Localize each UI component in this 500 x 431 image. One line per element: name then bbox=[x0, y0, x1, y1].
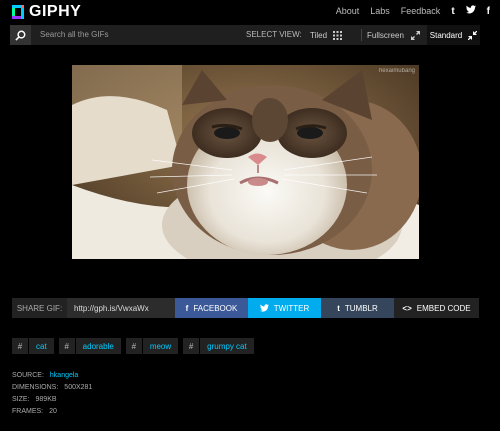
tag-label: cat bbox=[36, 341, 47, 351]
share-facebook-button[interactable]: f FACEBOOK bbox=[175, 298, 248, 318]
twitter-icon bbox=[259, 304, 269, 312]
brand-name: GIPHY bbox=[29, 3, 82, 20]
view-tiled-label: Tiled bbox=[310, 30, 328, 40]
select-view-label: SELECT VIEW: bbox=[246, 30, 302, 39]
nav-feedback-link[interactable]: Feedback bbox=[401, 6, 441, 16]
tag-grumpy-cat[interactable]: # grumpy cat bbox=[183, 338, 254, 354]
view-tiled-button[interactable]: Tiled bbox=[310, 25, 343, 45]
meta-frames-row: FRAMES: 20 bbox=[12, 406, 92, 418]
size-value: 989KB bbox=[35, 396, 57, 403]
top-nav: About Labs Feedback t f bbox=[325, 5, 490, 17]
share-facebook-label: FACEBOOK bbox=[193, 303, 238, 313]
tag-adorable[interactable]: # adorable bbox=[58, 338, 121, 354]
dimensions-label: DIMENSIONS: bbox=[12, 384, 59, 391]
hash-icon: # bbox=[188, 341, 194, 351]
view-fullscreen-label: Fullscreen bbox=[367, 30, 404, 40]
share-twitter-button[interactable]: TWITTER bbox=[248, 298, 321, 318]
tag-label: meow bbox=[149, 341, 172, 351]
twitter-icon[interactable] bbox=[465, 5, 476, 17]
frames-value: 20 bbox=[49, 408, 57, 415]
top-bar: GIPHY About Labs Feedback t f bbox=[0, 0, 500, 25]
facebook-icon: f bbox=[185, 303, 189, 313]
view-fullscreen-button[interactable]: Fullscreen bbox=[367, 25, 420, 45]
tag-list: # cat # adorable # meow # grumpy cat bbox=[12, 338, 259, 354]
share-url-field[interactable]: http://gph.is/VwxaWx bbox=[67, 298, 175, 318]
tag-label: adorable bbox=[82, 341, 114, 351]
embed-code-button[interactable]: <> EMBED CODE bbox=[394, 298, 479, 318]
giphy-logo-icon bbox=[12, 5, 24, 19]
hash-icon: # bbox=[17, 341, 23, 351]
view-standard-label: Standard bbox=[429, 30, 463, 40]
gif-watermark: hexaimubang bbox=[378, 68, 415, 74]
gif-metadata: SOURCE: hkangela DIMENSIONS: 500X281 SIZE:… bbox=[12, 370, 92, 418]
nav-about-link[interactable]: About bbox=[336, 6, 360, 16]
share-twitter-label: TWITTER bbox=[273, 303, 310, 313]
giphy-logo[interactable]: GIPHY bbox=[12, 3, 81, 21]
source-label: SOURCE: bbox=[12, 372, 44, 379]
view-divider bbox=[361, 29, 362, 41]
grumpy-cat-image bbox=[72, 65, 419, 259]
nav-labs-link[interactable]: Labs bbox=[370, 6, 390, 16]
tumblr-icon[interactable]: t bbox=[451, 6, 454, 17]
view-standard-button[interactable]: Standard bbox=[427, 25, 480, 45]
code-icon: <> bbox=[402, 303, 412, 313]
share-bar: SHARE GIF: http://gph.is/VwxaWx f FACEBO… bbox=[12, 298, 479, 318]
tag-label: grumpy cat bbox=[207, 341, 247, 351]
facebook-icon[interactable]: f bbox=[487, 6, 490, 17]
shrink-icon bbox=[468, 30, 478, 40]
share-tumblr-button[interactable]: t TUMBLR bbox=[321, 298, 394, 318]
share-tumblr-label: TUMBLR bbox=[344, 303, 378, 313]
tag-cat[interactable]: # cat bbox=[12, 338, 54, 354]
search-bar: Search all the GIFs SELECT VIEW: Tiled F… bbox=[10, 25, 480, 45]
hash-icon: # bbox=[64, 341, 69, 351]
size-label: SIZE: bbox=[12, 396, 30, 403]
gif-image[interactable]: hexaimubang bbox=[72, 65, 419, 259]
source-link[interactable]: hkangela bbox=[50, 372, 78, 379]
tumblr-icon: t bbox=[337, 303, 340, 313]
share-label: SHARE GIF: bbox=[12, 298, 67, 318]
tag-meow[interactable]: # meow bbox=[125, 338, 179, 354]
grid-icon bbox=[333, 30, 343, 40]
meta-size-row: SIZE: 989KB bbox=[12, 394, 92, 406]
frames-label: FRAMES: bbox=[12, 408, 44, 415]
search-input[interactable]: Search all the GIFs bbox=[40, 30, 108, 39]
meta-source-row: SOURCE: hkangela bbox=[12, 370, 92, 382]
hash-icon: # bbox=[131, 341, 137, 351]
expand-icon bbox=[410, 30, 420, 40]
embed-code-label: EMBED CODE bbox=[416, 303, 471, 313]
meta-dimensions-row: DIMENSIONS: 500X281 bbox=[12, 382, 92, 394]
search-icon bbox=[15, 30, 26, 41]
search-button[interactable] bbox=[10, 25, 31, 45]
dimensions-value: 500X281 bbox=[64, 384, 93, 391]
